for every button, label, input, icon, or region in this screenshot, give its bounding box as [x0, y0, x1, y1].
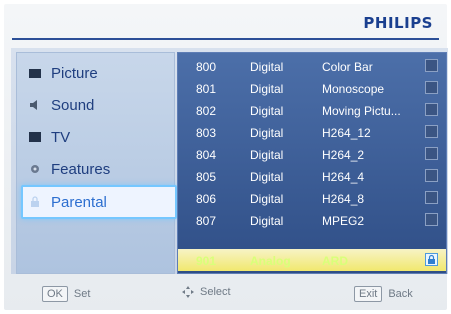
channel-name: H264_12 [322, 126, 371, 140]
channel-list: 800 Digital Color Bar 801 Digital Monosc… [177, 52, 447, 274]
picture-icon [29, 67, 41, 79]
sidebar-item-label: Parental [51, 193, 107, 211]
header-divider [12, 38, 439, 40]
lock-checkbox[interactable] [425, 191, 438, 204]
lock-checkbox[interactable] [425, 81, 438, 94]
channel-row[interactable]: 804 Digital H264_2 [178, 143, 446, 165]
lock-checkbox[interactable] [425, 125, 438, 138]
exit-key: Exit [354, 286, 383, 302]
sidebar: Picture Sound TV Features Parental [16, 52, 177, 274]
channel-number: 806 [196, 192, 217, 206]
channel-name: H264_4 [322, 170, 365, 184]
ok-hint: OK Set [42, 286, 90, 302]
channel-row[interactable]: 805 Digital H264_4 [178, 165, 446, 187]
speaker-icon [29, 99, 41, 111]
channel-number: 801 [196, 82, 217, 96]
sidebar-item-label: Picture [51, 64, 98, 82]
channel-row[interactable]: 803 Digital H264_12 [178, 121, 446, 143]
sidebar-item-tv[interactable]: TV [23, 123, 173, 151]
channel-type: Digital [250, 214, 284, 228]
channel-type: Analog [250, 254, 291, 268]
lock-icon [29, 196, 41, 208]
channel-row-selected[interactable]: 901 Analog ARD [178, 249, 446, 271]
sidebar-item-label: Features [51, 160, 111, 178]
tv-menu-screen: PHILIPS Picture Sound TV Features Parent… [4, 4, 448, 310]
lock-checkbox[interactable] [425, 213, 438, 226]
channel-number: 800 [196, 60, 217, 74]
lock-checkbox[interactable] [425, 169, 438, 182]
back-label: Back [388, 288, 413, 300]
sidebar-item-label: Sound [51, 96, 95, 114]
lock-icon [428, 254, 435, 264]
channel-number: 807 [196, 214, 217, 228]
channel-type: Digital [250, 126, 284, 140]
gear-icon [29, 163, 41, 175]
channel-name: Color Bar [322, 60, 373, 74]
channel-row[interactable]: 807 Digital MPEG2 [178, 209, 446, 231]
lock-checkbox[interactable] [425, 253, 438, 266]
channel-number: 803 [196, 126, 217, 140]
brand-logo: PHILIPS [363, 14, 433, 32]
channel-row[interactable]: 800 Digital Color Bar [178, 55, 446, 77]
dpad-icon [182, 286, 194, 298]
sidebar-item-features[interactable]: Features [23, 155, 173, 183]
channel-number: 802 [196, 104, 217, 118]
channel-name: MPEG2 [322, 214, 365, 228]
channel-name: ARD [322, 254, 348, 268]
button-hints: OK Set Select Exit Back [12, 279, 447, 307]
sidebar-item-parental[interactable]: Parental [21, 185, 177, 219]
lock-checkbox[interactable] [425, 103, 438, 116]
channel-name: Monoscope [322, 82, 385, 96]
channel-row[interactable]: 806 Digital H264_8 [178, 187, 446, 209]
sidebar-item-label: TV [51, 128, 71, 146]
sidebar-item-picture[interactable]: Picture [23, 59, 173, 87]
channel-name: Moving Pictu... [322, 104, 401, 118]
ok-key: OK [42, 286, 68, 302]
channel-type: Digital [250, 192, 284, 206]
select-label: Select [200, 286, 231, 298]
channel-type: Digital [250, 170, 284, 184]
ok-label: Set [73, 288, 91, 300]
channel-name: H264_2 [322, 148, 365, 162]
back-hint: Exit Back [354, 286, 413, 302]
channel-type: Digital [250, 60, 284, 74]
channel-row[interactable]: 802 Digital Moving Pictu... [178, 99, 446, 121]
channel-number: 901 [196, 254, 217, 268]
lock-checkbox[interactable] [425, 147, 438, 160]
select-hint: Select [182, 286, 231, 298]
channel-type: Digital [250, 148, 284, 162]
channel-type: Digital [250, 82, 284, 96]
sidebar-item-sound[interactable]: Sound [23, 91, 173, 119]
channel-row[interactable]: 801 Digital Monoscope [178, 77, 446, 99]
lock-checkbox[interactable] [425, 59, 438, 72]
channel-number: 805 [196, 170, 217, 184]
channel-type: Digital [250, 104, 284, 118]
channel-name: H264_8 [322, 192, 365, 206]
tv-icon [29, 131, 41, 143]
menu-panel: Picture Sound TV Features Parental 800 D… [11, 48, 448, 274]
channel-number: 804 [196, 148, 217, 162]
